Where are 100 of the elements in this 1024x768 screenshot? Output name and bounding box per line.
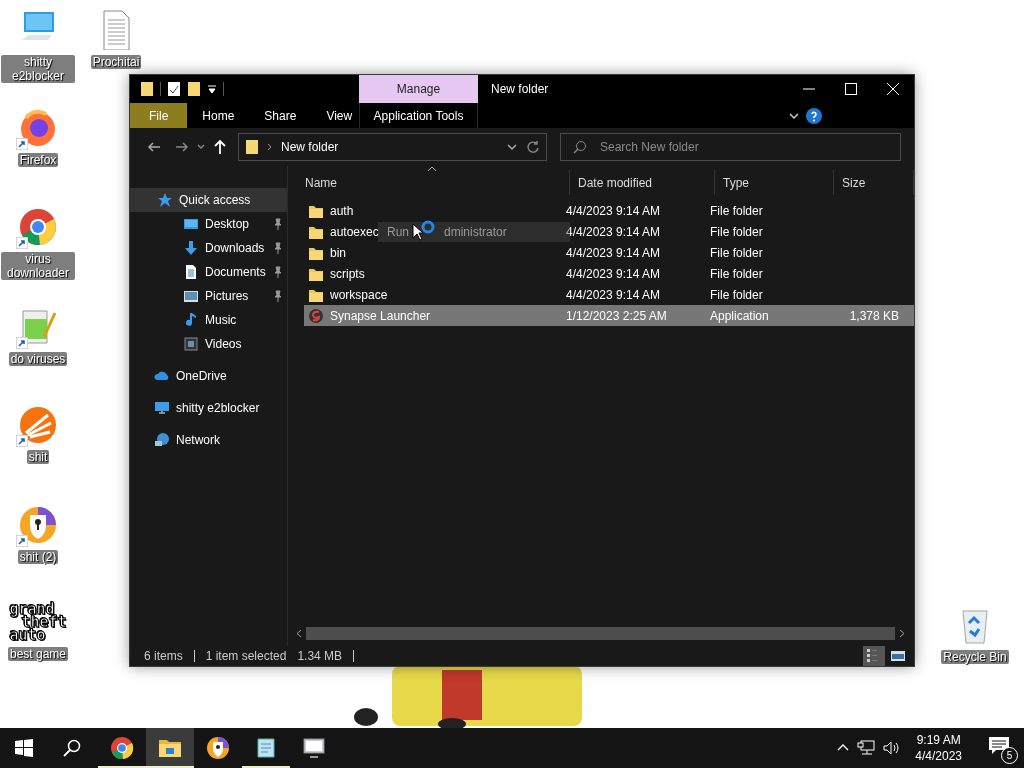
desktop-icon-label[interactable]: do viruses [8,352,68,366]
file-type: File folder [710,224,763,239]
file-name: Synapse Launcher [330,308,431,323]
shield-icon [206,736,230,760]
scroll-right-icon[interactable] [897,629,906,638]
file-name[interactable]: scripts [330,266,365,281]
ribbon-tab[interactable]: Home [187,103,250,128]
clock-time: 9:19 AM [916,734,961,746]
music-note-icon [183,312,199,328]
chevron-down-icon[interactable] [506,141,518,153]
search-icon [573,140,587,154]
horizontal-scrollbar[interactable] [295,626,906,641]
help-icon[interactable] [806,107,822,124]
scroll-left-icon[interactable] [295,629,304,638]
close-icon[interactable] [887,83,899,95]
column-header[interactable]: Name [297,170,570,195]
desktop-icon-label[interactable]: shit [26,450,50,464]
search-icon [63,739,81,757]
busy-spinner-icon [421,220,435,234]
globe-icon [154,432,170,448]
maximize-icon[interactable] [845,83,857,95]
nav-item-label: Network [176,433,220,447]
file-name[interactable]: autoexec [330,224,379,239]
picture-icon [183,288,199,304]
document-icon [183,264,199,280]
folder-icon [245,139,259,155]
nav-item[interactable]: shitty e2blocker [130,396,287,420]
file-type: File folder [710,287,763,302]
status-selection: 1 item selected [205,648,288,663]
nav-item-label: Music [205,313,237,327]
status-selection-size: 1.34 MB [297,648,344,663]
tooltip-text: dministrator [444,225,507,239]
notepad-icon [254,736,278,760]
selected-file-row[interactable]: Synapse Launcher 1/12/2023 2:25 AM Application 1,378 KB [304,305,914,326]
date-modified: 4/4/2023 9:14 AM [566,224,661,239]
date-modified: 1/12/2023 2:25 AM [566,308,667,323]
file-type: File folder [710,266,763,281]
nav-item-label: shitty e2blocker [176,401,260,415]
window-title: New folder [491,82,549,96]
file-name[interactable]: bin [330,245,346,260]
address-path: New folder [281,140,340,154]
mouse-pointer-icon [412,223,424,241]
desktop-icon-label[interactable]: best game [7,647,68,661]
nav-item[interactable]: Quick access [130,188,287,212]
desktop-icon-label[interactable]: Recycle Bin [941,650,1009,664]
clock[interactable]: 9:19 AM 4/4/2023 [907,734,970,762]
search-field[interactable]: Search New folder [560,133,901,161]
nav-item[interactable]: Music [130,308,287,332]
browser-icon [18,207,58,247]
nav-item[interactable]: Downloads [130,236,287,260]
view-mode-button[interactable] [863,645,885,666]
ribbon-tab[interactable]: Share [249,103,312,128]
desktop-icon-label[interactable]: virus downloader [1,252,75,280]
nav-item[interactable]: Videos [130,332,287,356]
shield-icon [18,505,58,545]
desktop-icon-label[interactable]: shitty e2blocker [1,55,75,83]
desktop-icon-label[interactable]: Firefox [17,153,59,167]
file-type: File folder [710,245,763,260]
nav-item[interactable]: OneDrive [130,364,287,388]
star-icon [157,192,173,208]
date-modified: 4/4/2023 9:14 AM [566,245,661,260]
download-icon [183,240,199,256]
app-icon [18,405,58,445]
column-header[interactable]: Type [715,170,834,195]
file-type: File folder [710,203,763,218]
up-arrow-icon[interactable] [212,139,228,155]
nav-item[interactable]: Desktop [130,212,287,236]
address-bar[interactable]: New folder [238,133,547,161]
notification-count: 5 [1001,747,1018,764]
file-name[interactable]: workspace [330,287,388,302]
file-type: Application [710,308,769,323]
refresh-icon[interactable] [526,140,540,154]
desktop-icon-label[interactable]: Prochitai [90,55,142,69]
browser-icon [18,108,58,148]
film-icon [183,336,199,352]
network-icon[interactable] [857,740,876,756]
taskbar-app-button[interactable] [146,728,194,768]
nav-item-label: OneDrive [176,369,227,383]
dropdown-caret-icon[interactable] [207,84,217,94]
folder-icon[interactable] [187,81,201,97]
nav-item-label: Videos [205,337,242,351]
speaker-icon[interactable] [883,740,900,756]
browser-icon [110,736,134,760]
nav-item[interactable]: Pictures [130,284,287,308]
nav-item-label: Desktop [205,217,250,231]
nav-item-label: Documents [205,265,266,279]
desktop-icon-label[interactable]: shit (2) [17,550,59,564]
context-tab-header: Manage [359,75,478,103]
nav-item-label: Pictures [205,289,249,303]
status-item-count: 6 items [144,648,184,663]
file-menu-tab[interactable]: File [130,103,188,128]
nav-item[interactable]: Network [130,428,287,452]
properties-icon[interactable] [167,81,181,97]
windows-logo-icon [15,739,33,757]
app-icon [308,307,324,324]
file-name[interactable]: auth [330,203,354,218]
column-header[interactable]: Size [834,170,914,195]
column-header[interactable]: Date modified [570,170,715,195]
nav-item[interactable]: Documents [130,260,287,284]
folder-icon[interactable] [140,81,154,97]
